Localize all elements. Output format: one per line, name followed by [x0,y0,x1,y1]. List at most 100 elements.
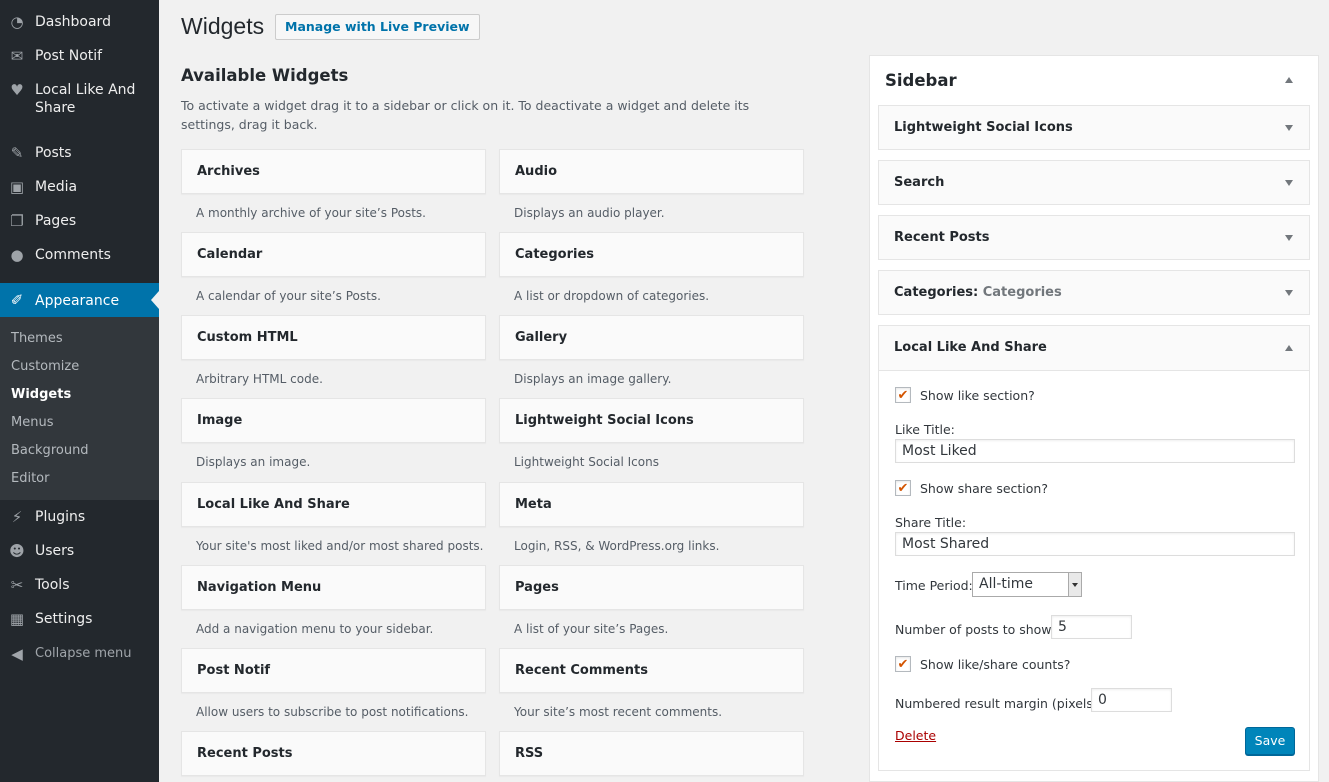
menu-item-tools[interactable]: ✂ Tools [0,576,159,596]
show-counts-checkbox[interactable] [895,656,911,672]
menu-item-comments[interactable]: ● Comments [0,246,159,266]
sidebar-widget-search[interactable]: Search [878,160,1310,205]
widget-recent-posts[interactable]: Recent Posts [181,731,486,776]
submenu-editor[interactable]: Editor [11,471,49,486]
widget-description: A list of your site’s Pages. [514,622,669,636]
available-widgets-description: To activate a widget drag it to a sideba… [181,98,750,132]
widget-description: A list or dropdown of categories. [514,289,710,303]
show-share-label: Show share section? [920,480,1048,496]
show-like-row: Show like section? [895,387,1035,403]
menu-item-post-notif[interactable]: ✉ Post Notif [0,47,159,67]
show-like-checkbox[interactable] [895,387,911,403]
time-period-select[interactable]: All-time [972,572,1082,597]
widget-title: Recent Comments [515,663,648,678]
expand-widget-icon[interactable] [1285,180,1293,186]
sidebar-title: Sidebar [885,71,957,90]
widget-title: Navigation Menu [197,580,322,595]
dashboard-icon: ◔ [10,13,24,31]
show-like-label: Show like section? [920,387,1035,403]
like-title-input[interactable]: Most Liked [895,439,1295,463]
collapse-icon: ◀ [11,645,23,663]
expand-widget-icon[interactable] [1285,235,1293,241]
widget-description: A calendar of your site’s Posts. [196,289,381,303]
sidebar-widget-recent-posts[interactable]: Recent Posts [878,215,1310,260]
expand-widget-icon[interactable] [1285,290,1293,296]
widget-title: Calendar [197,247,263,262]
live-preview-button[interactable]: Manage with Live Preview [275,14,480,40]
widget-audio[interactable]: Audio [499,149,804,194]
delete-link[interactable]: Delete [895,728,936,743]
menu-item-appearance[interactable]: ✐ Appearance [0,283,159,317]
widget-local-like-and-share[interactable]: Local Like And Share [181,482,486,527]
menu-item-local-like-and-share[interactable]: ♥ Local Like And Share [0,81,159,119]
available-widgets-title: Available Widgets [181,66,349,85]
widget-title: Search [894,175,945,190]
widget-description: Displays an image. [196,455,311,469]
appearance-submenu: Themes Customize Widgets Menus Backgroun… [0,317,159,500]
widget-title: Pages [515,580,559,595]
show-share-row: Show share section? [895,480,1048,496]
widget-description: Displays an image gallery. [514,372,672,386]
widget-description: Displays an audio player. [514,206,665,220]
widget-description: Your site’s most recent comments. [514,705,723,719]
widget-archives[interactable]: Archives [181,149,486,194]
sidebar-widget-local-like-and-share: Local Like And Share Show like section? … [878,325,1310,771]
widget-categories[interactable]: Categories [499,232,804,277]
widget-lightweight-social-icons[interactable]: Lightweight Social Icons [499,398,804,443]
submenu-menus[interactable]: Menus [11,415,53,430]
widget-title: Recent Posts [197,746,293,761]
submenu-themes[interactable]: Themes [11,331,63,346]
num-posts-input[interactable]: 5 [1051,615,1132,639]
show-counts-label: Show like/share counts? [920,656,1071,672]
widget-custom-html[interactable]: Custom HTML [181,315,486,360]
submenu-customize[interactable]: Customize [11,359,79,374]
time-period-value: All-time [979,576,1034,592]
collapse-widget-icon[interactable] [1285,345,1293,351]
sidebar-widget-categories[interactable]: Categories: Categories [878,270,1310,315]
widget-title: Post Notif [197,663,271,678]
sidebar-widget-area: Sidebar Lightweight Social Icons Search … [869,55,1319,782]
menu-item-plugins[interactable]: ⚡ Plugins [0,508,159,528]
widget-image[interactable]: Image [181,398,486,443]
widget-rss[interactable]: RSS [499,731,804,776]
share-title-input[interactable]: Most Shared [895,532,1295,556]
widget-description: Your site's most liked and/or most share… [196,539,484,553]
menu-item-pages[interactable]: ❐ Pages [0,212,159,232]
media-icon: ▣ [9,178,25,196]
menu-item-settings[interactable]: ▦ Settings [0,610,159,630]
collapse-sidebar-icon[interactable] [1285,77,1293,83]
menu-item-users[interactable]: ☻ Users [0,542,159,562]
menu-item-dashboard[interactable]: ◔ Dashboard [0,13,159,33]
widget-meta[interactable]: Meta [499,482,804,527]
widget-description: Add a navigation menu to your sidebar. [196,622,434,636]
like-title-label: Like Title: [895,422,955,437]
widget-instance-title: Categories [982,285,1062,300]
envelope-icon: ✉ [10,47,24,65]
admin-menu: ◔ Dashboard ✉ Post Notif ♥ Local Like An… [0,0,159,782]
margin-input[interactable]: 0 [1091,688,1172,712]
widget-title: Custom HTML [197,330,298,345]
widget-post-notif[interactable]: Post Notif [181,648,486,693]
widget-title: RSS [515,746,544,761]
widget-title: Categories: Categories [894,285,1062,300]
plugin-icon: ⚡ [11,508,23,526]
collapse-menu-button[interactable]: ◀ Collapse menu [0,645,159,665]
menu-item-posts[interactable]: ✎ Posts [0,144,159,164]
widget-description: A monthly archive of your site’s Posts. [196,206,426,220]
paintbrush-icon: ✐ [10,291,24,309]
widget-title: Categories [515,247,595,262]
widget-gallery[interactable]: Gallery [499,315,804,360]
show-share-checkbox[interactable] [895,480,911,496]
share-title-label: Share Title: [895,515,967,530]
widget-navigation-menu[interactable]: Navigation Menu [181,565,486,610]
submenu-widgets[interactable]: Widgets [11,387,71,402]
widget-pages[interactable]: Pages [499,565,804,610]
sidebar-widget-lightweight-social-icons[interactable]: Lightweight Social Icons [878,105,1310,150]
widget-calendar[interactable]: Calendar [181,232,486,277]
widget-recent-comments[interactable]: Recent Comments [499,648,804,693]
submenu-background[interactable]: Background [11,443,89,458]
expand-widget-icon[interactable] [1285,125,1293,131]
menu-item-media[interactable]: ▣ Media [0,178,159,198]
save-button[interactable]: Save [1245,727,1295,755]
widget-header[interactable]: Local Like And Share [879,326,1309,371]
